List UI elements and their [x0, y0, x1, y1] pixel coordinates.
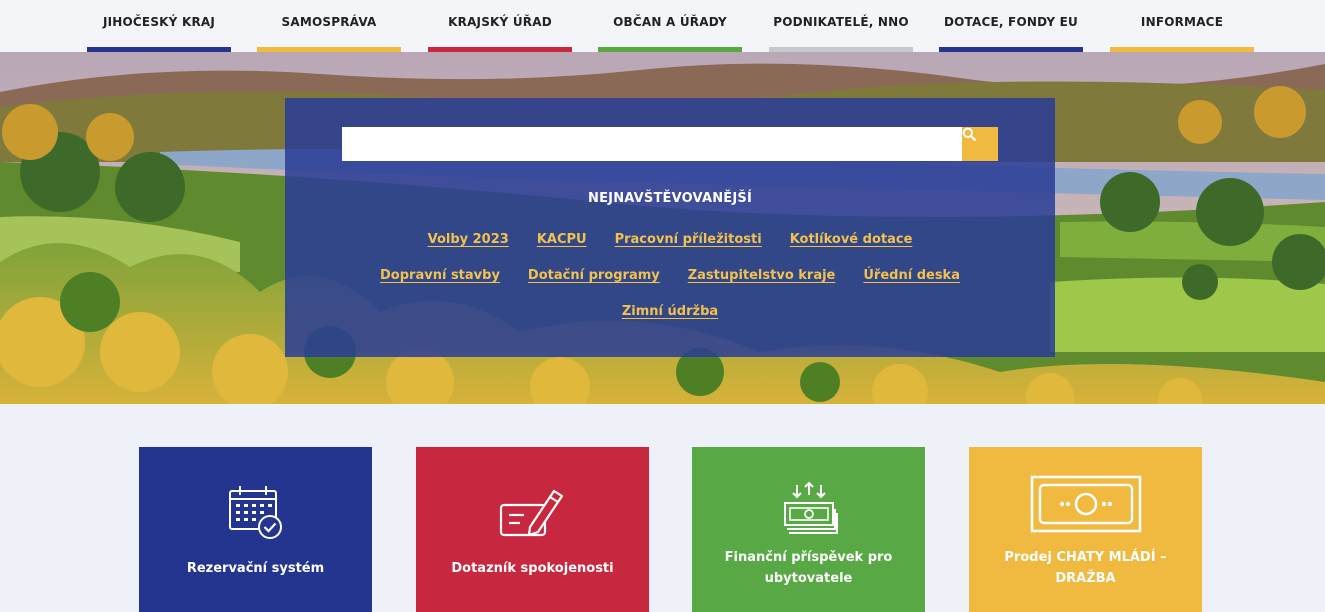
popular-links-row-3: Zimní údržba	[285, 300, 1055, 319]
main-navigation: JIHOČESKÝ KRAJ SAMOSPRÁVA KRAJSKÝ ÚŘAD O…	[0, 0, 1325, 52]
link-pracovni-prilezitosti[interactable]: Pracovní příležitosti	[615, 232, 762, 247]
nav-item-samosprava[interactable]: SAMOSPRÁVA	[257, 0, 401, 52]
popular-links-row-1: Volby 2023 KACPU Pracovní příležitosti Kotl…	[285, 228, 1055, 247]
nav-label: KRAJSKÝ ÚŘAD	[448, 15, 552, 29]
link-volby-2023[interactable]: Volby 2023	[428, 232, 509, 247]
link-uredni-deska[interactable]: Úřední deska	[863, 268, 960, 283]
search-panel: NEJNAVŠTĚVOVANĚJŠÍ Volby 2023 KACPU Pracov…	[285, 98, 1055, 357]
link-zimni-udrzba[interactable]: Zimní údržba	[622, 304, 718, 319]
search-input[interactable]	[342, 127, 962, 161]
banknote-icon	[1030, 475, 1141, 533]
link-zastupitelstvo-kraje[interactable]: Zastupitelstvo kraje	[688, 268, 836, 283]
tile-icon-wrap	[969, 475, 1202, 539]
hero-banner: NEJNAVŠTĚVOVANĚJŠÍ Volby 2023 KACPU Pracov…	[0, 52, 1325, 404]
nav-label: PODNIKATELÉ, NNO	[773, 15, 909, 29]
tile-label: Dotazník spokojenosti	[451, 560, 614, 576]
link-kotlikove-dotace[interactable]: Kotlíkové dotace	[790, 232, 913, 247]
tile-icon-wrap	[139, 481, 372, 545]
link-dotacni-programy[interactable]: Dotační programy	[528, 268, 660, 283]
nav-item-obcan-a-urady[interactable]: OBČAN A ÚŘADY	[598, 0, 742, 52]
popular-links-row-2: Dopravní stavby Dotační programy Zastupite…	[285, 264, 1055, 283]
nav-label: INFORMACE	[1140, 15, 1224, 29]
tile-financni-prispevek[interactable]: Finanční příspěvek pro ubytovatele	[692, 447, 925, 612]
nav-item-informace[interactable]: INFORMACE	[1110, 0, 1254, 52]
calendar-check-icon	[228, 486, 282, 539]
search-icon	[962, 127, 976, 141]
tile-icon-wrap	[692, 481, 925, 545]
nav-label: DOTACE, FONDY EU	[944, 15, 1078, 29]
nav-item-dotace-fondy-eu[interactable]: DOTACE, FONDY EU	[939, 0, 1083, 52]
tile-label: Prodej CHATY MLÁDÍ – DRAŽBA	[1004, 550, 1167, 586]
link-kacpu[interactable]: KACPU	[537, 232, 587, 247]
search-button[interactable]	[962, 127, 998, 161]
form-pen-icon	[499, 489, 563, 537]
nav-label: SAMOSPRÁVA	[281, 15, 377, 29]
popular-heading: NEJNAVŠTĚVOVANĚJŠÍ	[588, 191, 752, 206]
tile-rezervacni-system[interactable]: Rezervační systém	[139, 447, 372, 612]
tile-label: Finanční příspěvek pro ubytovatele	[724, 550, 893, 586]
link-dopravni-stavby[interactable]: Dopravní stavby	[380, 268, 500, 283]
tile-dotaznik-spokojenosti[interactable]: Dotazník spokojenosti	[416, 447, 649, 612]
nav-item-krajsky-urad[interactable]: KRAJSKÝ ÚŘAD	[428, 0, 572, 52]
tile-icon-wrap	[416, 481, 649, 545]
nav-item-jihocesky-kraj[interactable]: JIHOČESKÝ KRAJ	[87, 0, 231, 52]
nav-item-podnikatele-nno[interactable]: PODNIKATELÉ, NNO	[769, 0, 913, 52]
money-transfer-icon	[783, 481, 838, 534]
tile-prodej-chaty-mladi[interactable]: Prodej CHATY MLÁDÍ – DRAŽBA	[969, 447, 1202, 612]
nav-label: JIHOČESKÝ KRAJ	[102, 15, 216, 29]
nav-label: OBČAN A ÚŘADY	[613, 15, 727, 29]
tile-label: Rezervační systém	[186, 560, 325, 576]
